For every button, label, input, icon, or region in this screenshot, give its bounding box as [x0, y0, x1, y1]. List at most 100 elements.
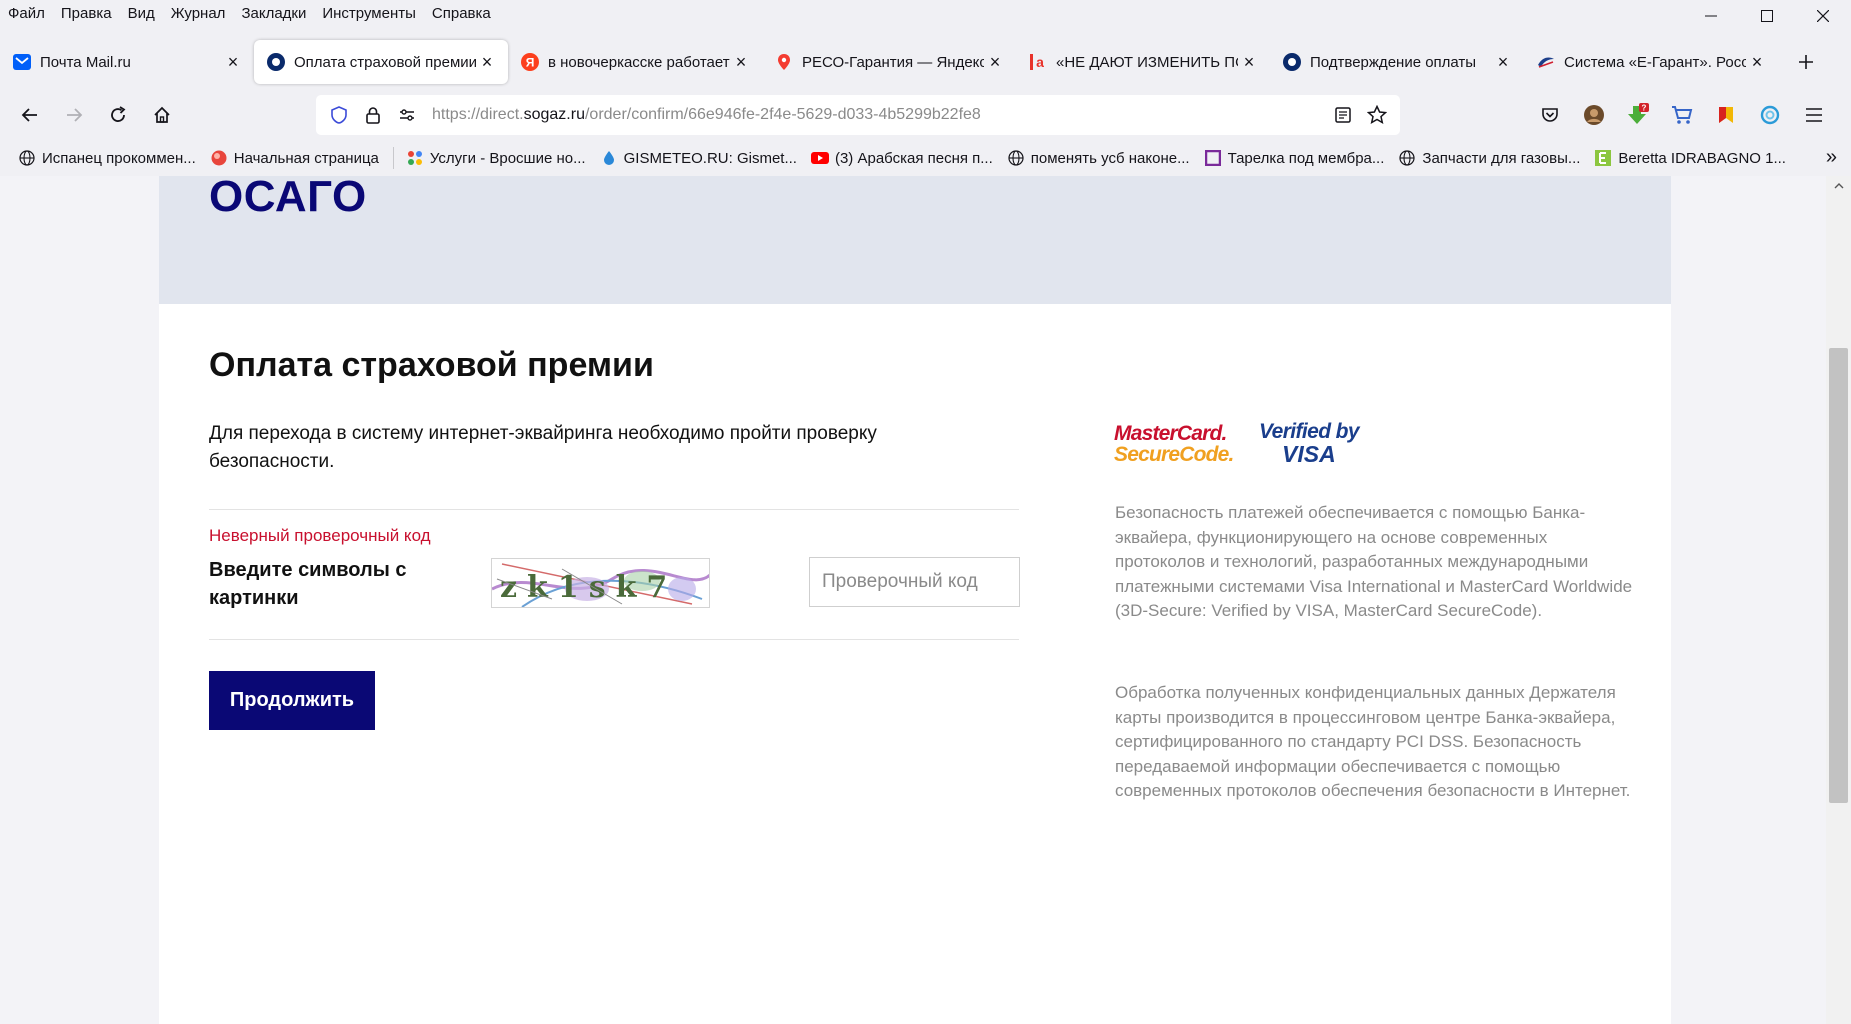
- tab-title: «НЕ ДАЮТ ИЗМЕНИТЬ ПОЛ: [1056, 53, 1238, 71]
- scroll-up-arrow-icon[interactable]: [1826, 176, 1851, 196]
- tab-title: Почта Mail.ru: [40, 53, 131, 71]
- tab-payment-confirmation[interactable]: Подтверждение оплаты ×: [1270, 40, 1524, 84]
- scrollbar-thumb[interactable]: [1829, 348, 1848, 803]
- reader-view-icon[interactable]: [1326, 95, 1360, 135]
- bookmark-star-icon[interactable]: [1360, 95, 1394, 135]
- bookmark-label: (3) Арабская песня п...: [834, 149, 993, 167]
- nav-bar: https://direct.sogaz.ru/order/confirm/66…: [0, 90, 1851, 140]
- vertical-scrollbar[interactable]: [1826, 176, 1851, 1024]
- hamburger-icon: [1806, 108, 1822, 122]
- account-button[interactable]: [1572, 95, 1616, 135]
- tab-close-icon[interactable]: ×: [1492, 51, 1514, 73]
- bookmark-item[interactable]: Тарелка под мембра...: [1204, 149, 1385, 167]
- tab-close-icon[interactable]: ×: [1746, 51, 1768, 73]
- verified-by-visa-line2: VISA: [1282, 441, 1336, 467]
- bookmark-item[interactable]: GISMETEO.RU: Gismet...: [600, 149, 797, 167]
- svg-text:Я: Я: [526, 56, 535, 70]
- pocket-icon: [1542, 108, 1558, 122]
- bookmark-item[interactable]: Начальная страница: [210, 149, 379, 167]
- forward-button[interactable]: [52, 95, 96, 135]
- tab-egarant[interactable]: Система «Е-Гарант». Росси ×: [1524, 40, 1778, 84]
- tracking-shield-icon[interactable]: [322, 95, 356, 135]
- menu-history[interactable]: Журнал: [163, 0, 234, 28]
- bookmark-item[interactable]: поменять усб наконе...: [1007, 149, 1190, 167]
- lock-icon[interactable]: [356, 95, 390, 135]
- back-button[interactable]: [8, 95, 52, 135]
- menu-view[interactable]: Вид: [120, 0, 163, 28]
- tab-title: в новочеркасске работает: [548, 53, 730, 71]
- permissions-icon[interactable]: [390, 95, 424, 135]
- captcha-text: zk1sk7: [500, 570, 677, 605]
- tab-close-icon[interactable]: ×: [984, 51, 1006, 73]
- app-menu-button[interactable]: [1792, 95, 1836, 135]
- home-icon: [154, 106, 170, 123]
- globe-icon: [1398, 149, 1416, 167]
- bookmark-item[interactable]: Испанец прокоммен...: [18, 149, 196, 167]
- tab-close-icon[interactable]: ×: [1238, 51, 1260, 73]
- menu-help[interactable]: Справка: [424, 0, 499, 28]
- bookmark-item[interactable]: Услуги - Вросшие но...: [406, 149, 586, 167]
- tab-yandex-search[interactable]: Я в новочеркасске работает ×: [508, 40, 762, 84]
- page-viewport: ОСАГО Оплата страховой премии Для перехо…: [0, 176, 1851, 1024]
- captcha-image: zk1sk7: [491, 558, 710, 608]
- bookmark-label: поменять усб наконе...: [1030, 149, 1190, 167]
- window-controls: [1683, 0, 1851, 32]
- menu-file[interactable]: Файл: [0, 0, 53, 28]
- url-prefix: https://direct.: [432, 106, 524, 123]
- processing-description: Обработка полученных конфиденциальных да…: [1115, 683, 1631, 800]
- bookmark-item[interactable]: Запчасти для газовы...: [1398, 149, 1580, 167]
- bookmark-label: Услуги - Вросшие но...: [429, 149, 586, 167]
- home-button[interactable]: [140, 95, 184, 135]
- bookmarks-overflow-icon[interactable]: »: [1826, 146, 1837, 169]
- flag-bookmark-icon: [1719, 107, 1733, 123]
- pocket-button[interactable]: [1528, 95, 1572, 135]
- menu-tools[interactable]: Инструменты: [314, 0, 424, 28]
- bookmark-extension-button[interactable]: [1704, 95, 1748, 135]
- back-arrow-icon: [21, 108, 37, 122]
- bookmark-separator: [392, 147, 394, 169]
- tab-payment[interactable]: Оплата страховой премии ×: [254, 40, 508, 84]
- tab-title: Оплата страховой премии: [294, 53, 476, 71]
- bookmark-label: Тарелка под мембра...: [1227, 149, 1385, 167]
- captcha-code-input[interactable]: [809, 557, 1020, 607]
- menu-bookmarks[interactable]: Закладки: [233, 0, 314, 28]
- vpn-extension-button[interactable]: [1748, 95, 1792, 135]
- maximize-button[interactable]: [1739, 0, 1795, 32]
- tab-close-icon[interactable]: ×: [476, 51, 498, 73]
- continue-button[interactable]: Продолжить: [209, 671, 375, 730]
- url-actions: [1326, 95, 1394, 135]
- square-icon: [1204, 149, 1222, 167]
- globe-icon: [18, 149, 36, 167]
- drop-icon: [600, 149, 618, 167]
- cart-extension-button[interactable]: [1660, 95, 1704, 135]
- close-window-button[interactable]: [1795, 0, 1851, 32]
- page-header: ОСАГО: [159, 176, 1671, 304]
- map-pin-icon: [774, 52, 794, 72]
- address-bar[interactable]: https://direct.sogaz.ru/order/confirm/66…: [316, 95, 1400, 135]
- tab-article[interactable]: a «НЕ ДАЮТ ИЗМЕНИТЬ ПОЛ ×: [1016, 40, 1270, 84]
- reload-button[interactable]: [96, 95, 140, 135]
- reload-icon: [111, 106, 126, 122]
- bookmark-item[interactable]: (3) Арабская песня п...: [810, 149, 993, 167]
- bookmark-item[interactable]: Beretta IDRABAGNO 1...: [1594, 149, 1786, 167]
- verified-by-visa-line1: Verified by: [1259, 420, 1361, 443]
- page-title: Оплата страховой премии: [209, 346, 654, 384]
- divider-top: [209, 509, 1019, 510]
- security-description: Безопасность платежей обеспечивается с п…: [1115, 503, 1633, 620]
- tab-close-icon[interactable]: ×: [222, 51, 244, 73]
- bookmark-label: Начальная страница: [233, 149, 379, 167]
- sogaz-icon: [1282, 52, 1302, 72]
- menu-bar: Файл Правка Вид Журнал Закладки Инструме…: [0, 0, 1851, 28]
- tab-close-icon[interactable]: ×: [730, 51, 752, 73]
- tab-reso-map[interactable]: РЕСО-Гарантия — Яндекс К ×: [762, 40, 1016, 84]
- new-tab-button[interactable]: [1786, 42, 1826, 82]
- download-extension-button[interactable]: ?: [1616, 95, 1660, 135]
- divider-bottom: [209, 639, 1019, 640]
- menu-edit[interactable]: Правка: [53, 0, 120, 28]
- url-text: https://direct.sogaz.ru/order/confirm/66…: [432, 106, 981, 124]
- tab-title: Система «Е-Гарант». Росси: [1564, 53, 1746, 71]
- minimize-button[interactable]: [1683, 0, 1739, 32]
- bookmark-label: Beretta IDRABAGNO 1...: [1618, 149, 1786, 167]
- mastercard-logo-line1: MasterCard.: [1114, 422, 1227, 445]
- tab-mail[interactable]: Почта Mail.ru ×: [0, 40, 254, 84]
